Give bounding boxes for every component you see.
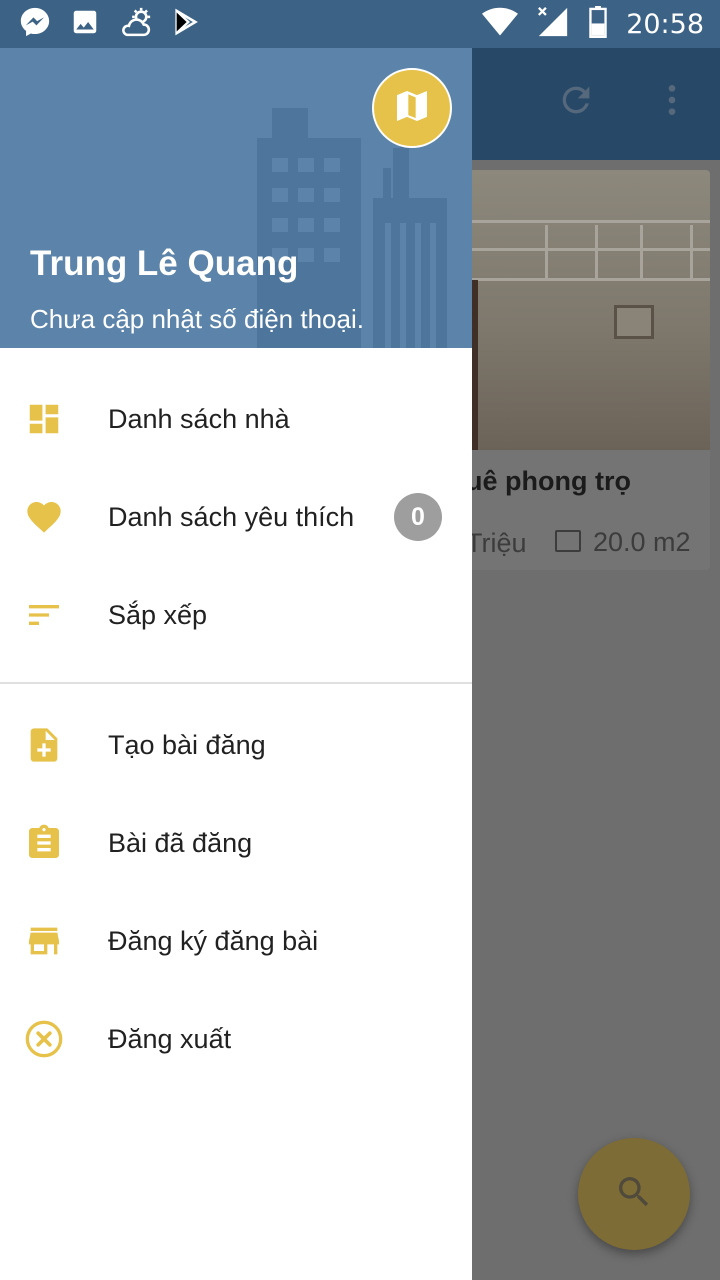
map-button[interactable] [372, 68, 452, 148]
map-icon [392, 86, 432, 131]
menu-item-create-post[interactable]: Tạo bài đăng [0, 696, 472, 794]
more-vert-icon[interactable] [652, 80, 692, 125]
menu-label: Sắp xếp [108, 599, 208, 630]
listing-price: Triệu [466, 528, 527, 558]
refresh-icon[interactable] [556, 80, 596, 125]
menu-item-favorites[interactable]: Danh sách yêu thích 0 [0, 468, 472, 566]
menu-label: Đăng ký đăng bài [108, 925, 319, 956]
menu-item-register-posting[interactable]: Đăng ký đăng bài [0, 892, 472, 990]
gallery-icon [70, 7, 100, 42]
menu-item-logout[interactable]: Đăng xuất [0, 990, 472, 1088]
store-icon [24, 921, 64, 961]
listing-title: uê phong trọ [466, 466, 631, 496]
search-fab[interactable] [578, 1138, 690, 1250]
area-icon [555, 530, 581, 552]
search-icon [614, 1172, 654, 1217]
clock: 20:58 [626, 8, 704, 40]
menu-item-house-list[interactable]: Danh sách nhà [0, 370, 472, 468]
menu-item-my-posts[interactable]: Bài đã đăng [0, 794, 472, 892]
menu-divider [0, 682, 472, 684]
drawer-header: Trung Lê Quang Chưa cập nhật số điện tho… [0, 48, 472, 348]
status-bar: 20:58 [0, 0, 720, 48]
navigation-drawer: Trung Lê Quang Chưa cập nhật số điện tho… [0, 48, 472, 1280]
menu-label: Bài đã đăng [108, 827, 253, 858]
menu-label: Đăng xuất [108, 1023, 232, 1054]
menu-label: Danh sách nhà [108, 403, 290, 434]
user-name: Trung Lê Quang [30, 244, 299, 283]
note-add-icon [24, 725, 64, 765]
wifi-icon [482, 7, 519, 42]
messenger-icon [18, 5, 52, 44]
close-circle-icon [24, 1019, 64, 1059]
menu-label: Tạo bài đăng [108, 729, 266, 760]
battery-icon [588, 5, 608, 43]
menu-label: Danh sách yêu thích [108, 501, 355, 532]
weather-icon [118, 6, 154, 43]
clipboard-icon [24, 823, 64, 863]
favorites-count-badge: 0 [394, 493, 442, 541]
listing-area-size: 20.0 m2 [593, 527, 691, 557]
dashboard-icon [24, 399, 64, 439]
play-store-icon [172, 7, 200, 42]
phone-status: Chưa cập nhật số điện thoại. [30, 304, 364, 334]
sort-icon [24, 595, 64, 635]
signal-icon [536, 5, 570, 44]
heart-icon [24, 497, 64, 537]
menu-item-sort[interactable]: Sắp xếp [0, 566, 472, 664]
